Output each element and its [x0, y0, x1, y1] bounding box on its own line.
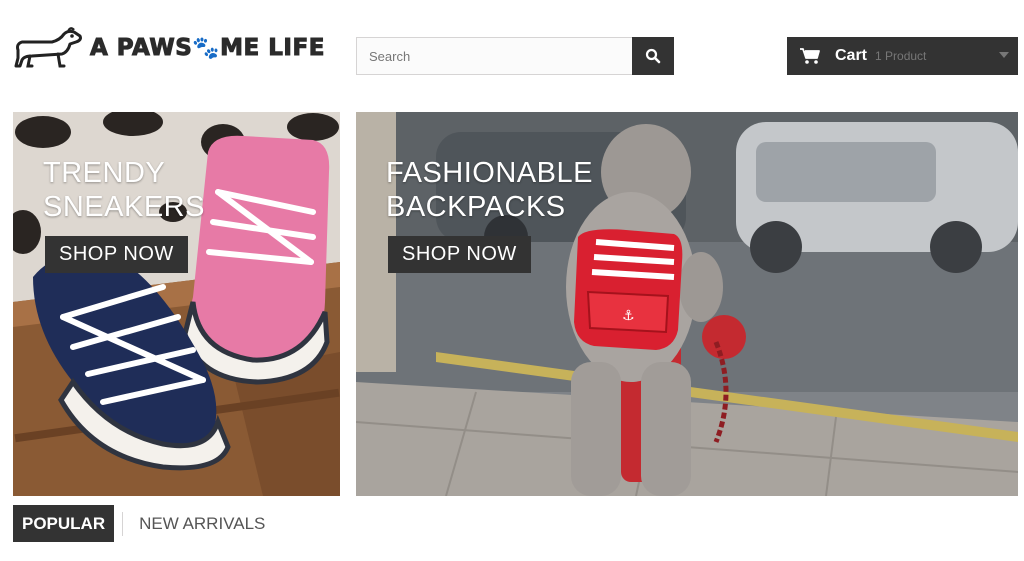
logo-text-left: A PAWS [89, 35, 193, 62]
banner-title-line1: TRENDY [43, 157, 166, 189]
banner-title-line1: FASHIONABLE [386, 157, 593, 189]
paw-icon: 🐾 [192, 36, 221, 61]
banner-title-backpacks: FASHIONABLE BACKPACKS [386, 156, 593, 224]
search-button[interactable] [632, 37, 674, 75]
shop-now-sneakers-button[interactable]: SHOP NOW [45, 236, 188, 273]
chevron-down-icon[interactable] [999, 52, 1009, 58]
dachshund-logo-icon [14, 27, 82, 68]
site-logo[interactable]: A PAWS🐾ME LIFE [12, 22, 332, 74]
cart-icon [800, 48, 820, 64]
banner-title-sneakers: TRENDY SNEAKERS [43, 156, 205, 224]
banner-sneakers[interactable]: TRENDY SNEAKERS SHOP NOW [13, 112, 340, 496]
tab-divider [122, 511, 124, 536]
svg-text:⚓: ⚓ [622, 308, 635, 324]
tab-new-arrivals[interactable]: NEW ARRIVALS [131, 505, 273, 542]
search-input[interactable] [356, 37, 632, 75]
cart-count: 1 Product [875, 49, 927, 63]
search-bar [356, 37, 674, 75]
banner-backpacks[interactable]: ⚓ FASHIONABLE BACKPACKS SHOP NOW [356, 112, 1018, 496]
logo-wordmark: A PAWS🐾ME LIFE [89, 35, 325, 62]
tab-popular[interactable]: POPULAR [13, 505, 115, 542]
shop-now-backpacks-button[interactable]: SHOP NOW [388, 236, 531, 273]
logo-text-right: ME LIFE [220, 35, 325, 62]
banner-title-line2: SNEAKERS [43, 191, 205, 223]
banner-title-line2: BACKPACKS [386, 191, 566, 223]
cart-button[interactable]: Cart 1 Product [787, 37, 1018, 75]
cart-label: Cart [835, 47, 868, 64]
product-tabs: POPULAR NEW ARRIVALS [13, 505, 273, 542]
search-icon [645, 48, 661, 64]
